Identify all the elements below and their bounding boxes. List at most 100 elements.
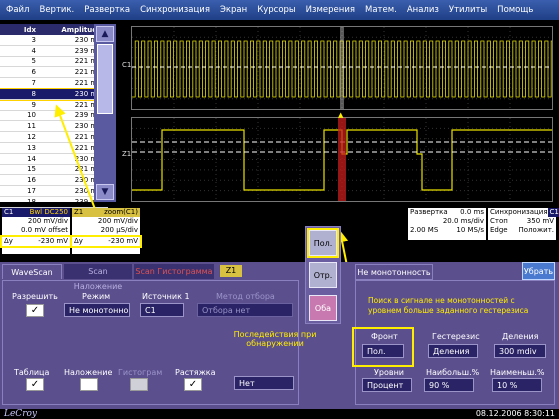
min-percent-input[interactable]: 10 % xyxy=(492,378,542,392)
remove-button[interactable]: Убрать xyxy=(522,262,555,280)
stretch-checkbox[interactable]: ✓ xyxy=(184,378,202,391)
slope-negative-button[interactable]: Отр. xyxy=(309,262,337,288)
row-idx: 5 xyxy=(31,57,36,66)
col-idx-header: Idx xyxy=(23,25,36,34)
method-select[interactable]: Отбора нет xyxy=(197,303,293,317)
table-label: Таблица xyxy=(14,368,50,377)
tab-wavescan[interactable]: WaveScan xyxy=(2,264,62,279)
menu-item[interactable]: Утилиты xyxy=(449,5,487,15)
row-idx: 10 xyxy=(27,111,36,120)
menu-item[interactable]: Помощь xyxy=(497,5,533,15)
z1-tdiv: 200 µS/div xyxy=(100,226,138,234)
min-percent-label: Наименьш.% xyxy=(490,368,545,377)
menu-bar: Файл Вертик. Развертка Синхронизация Экран Ку… xyxy=(0,0,559,20)
tab-z1[interactable]: Z1 xyxy=(220,265,242,277)
row-idx: 4 xyxy=(31,46,36,55)
c1-info-box[interactable]: C1 Bwl DC250 200 mV/div 0.0 mV offset Δy -… xyxy=(0,208,72,254)
table-row[interactable]: 8 230 mV xyxy=(0,88,109,101)
trigger-mode: Стоп xyxy=(490,217,508,225)
tab-non-monotonic[interactable]: Не монотонность xyxy=(355,264,433,280)
levels-select[interactable]: Процент xyxy=(362,378,412,392)
max-percent-input[interactable]: 90 % xyxy=(424,378,474,392)
table-row[interactable]: 15 221 mV xyxy=(0,165,108,176)
menu-item[interactable]: Развертка xyxy=(84,5,130,15)
histogram-checkbox[interactable] xyxy=(130,378,148,391)
table-scrollbar[interactable]: ▲ ▼ xyxy=(94,24,116,202)
table-row[interactable]: 16 230 mV xyxy=(0,175,108,187)
trigger-level: 350 mV xyxy=(526,217,554,225)
scroll-down-icon[interactable]: ▼ xyxy=(96,184,114,200)
table-row[interactable]: 7 221 mV xyxy=(0,78,108,89)
overlay-label: Наложение xyxy=(64,368,113,377)
overlay-checkbox[interactable] xyxy=(80,378,98,391)
table-row[interactable]: 3 230 mV xyxy=(0,35,108,46)
scroll-thumb[interactable] xyxy=(97,44,113,114)
table-row[interactable]: 11 230 mV xyxy=(0,121,108,133)
enable-checkbox[interactable]: ✓ xyxy=(26,304,44,317)
trigger-box[interactable]: Синхронизация C1 Стоп 350 mV Edge Положит. xyxy=(488,208,559,240)
levels-label: Уровни xyxy=(374,368,404,377)
timebase-delay: 0.0 ms xyxy=(460,208,484,216)
menu-item[interactable]: Матем. xyxy=(365,5,397,15)
table-row[interactable]: 13 221 mV xyxy=(0,143,108,154)
timebase-rate: 10 MS/s xyxy=(456,226,484,234)
source-select[interactable]: C1 xyxy=(140,303,184,317)
table-row[interactable]: 18 239 mV xyxy=(0,197,108,208)
row-idx: 6 xyxy=(31,68,36,77)
hysteresis-select[interactable]: Деления xyxy=(428,344,478,358)
z1-info-box[interactable]: Z1 zoom(C1) 200 mV/div 200 µS/div Δy -230 … xyxy=(70,208,142,254)
table-row[interactable]: 6 221 mV xyxy=(0,67,108,79)
z1-dy-value: -230 mV xyxy=(108,237,138,245)
waveform-c1 xyxy=(132,27,555,109)
z1-vdiv: 200 mV/div xyxy=(97,217,138,225)
non-monotonic-marker xyxy=(338,118,346,201)
table-header: Idx Amplitude xyxy=(0,24,108,35)
c1-tags: Bwl DC250 xyxy=(29,208,68,216)
menu-item[interactable]: Измерения xyxy=(306,5,355,15)
table-row[interactable]: 12 221 mV xyxy=(0,132,108,143)
menu-item[interactable]: Вертик. xyxy=(39,5,74,15)
front-select[interactable]: Пол. xyxy=(362,344,404,358)
c1-name: C1 xyxy=(4,208,14,216)
table-row[interactable]: 5 221 mV xyxy=(0,57,108,68)
scroll-up-icon[interactable]: ▲ xyxy=(96,26,114,42)
table-checkbox[interactable]: ✓ xyxy=(26,378,44,391)
divisions-input[interactable]: 300 mdiv xyxy=(494,344,546,358)
table-row[interactable]: 14 230 mV xyxy=(0,154,108,165)
table-row[interactable]: 10 239 mV xyxy=(0,111,108,122)
table-row[interactable]: 17 230 mV xyxy=(0,186,108,197)
waveform-z1 xyxy=(132,118,552,201)
trigger-title: Синхронизация xyxy=(490,208,548,216)
row-idx: 17 xyxy=(27,187,36,196)
table-row[interactable]: 4 239 mV xyxy=(0,46,108,57)
tab-scan-histogram[interactable]: Scan Гистограмма xyxy=(134,264,214,279)
channel-label-c1: C1 xyxy=(122,61,132,69)
wavescan-panel: WaveScan Scan Наложение Scan Гистограмма… xyxy=(0,262,559,409)
z1-dy-label: Δy xyxy=(74,237,83,245)
menu-item[interactable]: Синхронизация xyxy=(140,5,210,15)
actions-select[interactable]: Нет xyxy=(234,376,294,390)
mode-select[interactable]: Не монотонно xyxy=(64,303,130,317)
channel-label-z1: Z1 xyxy=(122,150,132,158)
row-idx: 16 xyxy=(27,176,36,185)
tab-scan-overlay[interactable]: Scan Наложение xyxy=(64,264,132,291)
waveform-grid-c1[interactable]: C1 xyxy=(122,26,555,110)
source-label: Источник 1 xyxy=(142,292,190,301)
waveform-grid-z1[interactable]: Z1 xyxy=(122,117,553,202)
menu-item[interactable]: Экран xyxy=(220,5,247,15)
method-label: Метод отбора xyxy=(216,292,275,301)
menu-item[interactable]: Файл xyxy=(6,5,29,15)
timebase-box[interactable]: Развертка 0.0 ms 20.0 ms/div 2.00 MS 10 MS… xyxy=(408,208,486,240)
actions-label: Последействия при обнаружении xyxy=(233,330,317,348)
menu-item[interactable]: Курсоры xyxy=(257,5,295,15)
menu-item[interactable]: Анализ xyxy=(407,5,439,15)
slope-both-button[interactable]: Оба xyxy=(309,295,337,321)
trigger-source-badge: C1 xyxy=(547,208,559,217)
z1-title: zoom(C1) xyxy=(104,208,138,216)
slope-positive-button[interactable]: Пол. xyxy=(307,228,339,258)
c1-offset: 0.0 mV offset xyxy=(21,226,68,234)
c1-dy-value: -230 mV xyxy=(38,237,68,245)
row-idx: 14 xyxy=(27,154,36,163)
table-row[interactable]: 9 221 mV xyxy=(0,100,108,111)
row-idx: 7 xyxy=(31,79,36,88)
